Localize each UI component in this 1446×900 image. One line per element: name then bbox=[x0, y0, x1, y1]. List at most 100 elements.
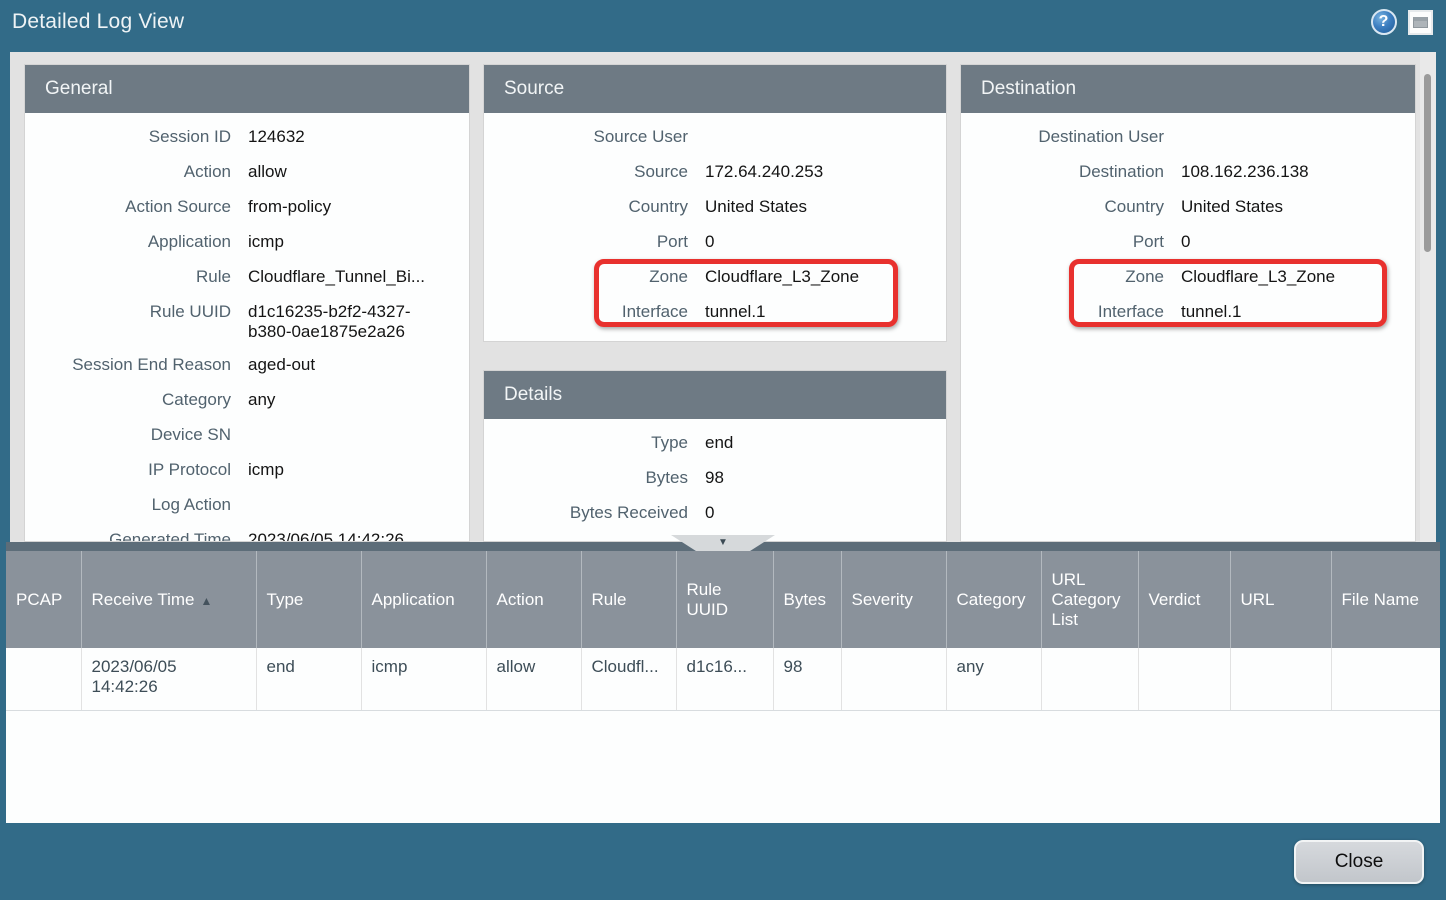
field-label: Destination bbox=[961, 162, 1164, 184]
field-label: Interface bbox=[961, 302, 1164, 324]
field-row-rule-uuid: Rule UUID d1c16235-b2f2-4327-b380-0ae187… bbox=[25, 302, 469, 342]
cell-rule-uuid[interactable]: d1c16... bbox=[676, 648, 773, 710]
cell-application[interactable]: icmp bbox=[361, 648, 486, 710]
column-header-verdict[interactable]: Verdict bbox=[1138, 551, 1230, 648]
column-header-rule-uuid[interactable]: Rule UUID bbox=[676, 551, 773, 648]
field-label: Type bbox=[484, 433, 688, 455]
field-label: Log Action bbox=[25, 495, 231, 517]
column-header-action[interactable]: Action bbox=[486, 551, 581, 648]
cell-url-category-list[interactable] bbox=[1041, 648, 1138, 710]
source-panel-header: Source bbox=[484, 65, 946, 113]
details-panel-body: Type end Bytes 98 Bytes Received 0 bbox=[484, 419, 946, 525]
field-label: Device SN bbox=[25, 425, 231, 447]
source-zone-interface-group: Zone Cloudflare_L3_Zone Interface tunnel… bbox=[484, 267, 946, 324]
cell-file-name[interactable] bbox=[1331, 648, 1440, 710]
column-header-receive-time[interactable]: Receive Time▲ bbox=[81, 551, 256, 648]
field-value bbox=[705, 127, 946, 149]
field-row-destination-interface: Interface tunnel.1 bbox=[961, 302, 1415, 324]
field-value: allow bbox=[248, 162, 469, 184]
details-panel-header: Details bbox=[484, 371, 946, 419]
field-value: 124632 bbox=[248, 127, 469, 149]
field-label: Source bbox=[484, 162, 688, 184]
field-label: Session ID bbox=[25, 127, 231, 149]
field-label: Generated Time bbox=[25, 530, 231, 542]
dialog-title: Detailed Log View bbox=[12, 10, 184, 34]
details-panel: Details Type end Bytes 98 Bytes Received… bbox=[483, 370, 947, 542]
field-value: tunnel.1 bbox=[705, 302, 946, 324]
field-row-rule: Rule Cloudflare_Tunnel_Bi... bbox=[25, 267, 469, 289]
cell-pcap[interactable] bbox=[6, 648, 81, 710]
field-value: end bbox=[705, 433, 946, 455]
field-label: Rule bbox=[25, 267, 231, 289]
dialog-footer: Close bbox=[0, 823, 1446, 900]
column-header-type[interactable]: Type bbox=[256, 551, 361, 648]
restore-window-button[interactable] bbox=[1407, 9, 1434, 36]
cell-severity[interactable] bbox=[841, 648, 946, 710]
table-header-row: PCAP Receive Time▲ Type Application Acti… bbox=[6, 551, 1440, 648]
field-row-bytes: Bytes 98 bbox=[484, 468, 946, 490]
general-panel: General Session ID 124632 Action allow A… bbox=[24, 64, 470, 542]
field-row-device-sn: Device SN bbox=[25, 425, 469, 447]
field-value: 0 bbox=[705, 232, 946, 254]
column-header-bytes[interactable]: Bytes bbox=[773, 551, 841, 648]
help-icon: ? bbox=[1371, 9, 1397, 35]
field-row-bytes-received: Bytes Received 0 bbox=[484, 503, 946, 525]
cell-rule[interactable]: Cloudfl... bbox=[581, 648, 676, 710]
cell-url[interactable] bbox=[1230, 648, 1331, 710]
destination-panel-header: Destination bbox=[961, 65, 1415, 113]
field-row-source-interface: Interface tunnel.1 bbox=[484, 302, 946, 324]
field-value: 2023/06/05 14:42:26 bbox=[248, 530, 469, 542]
column-header-rule[interactable]: Rule bbox=[581, 551, 676, 648]
field-row-category: Category any bbox=[25, 390, 469, 412]
pane-splitter[interactable]: ▼ bbox=[6, 542, 1440, 551]
field-value: United States bbox=[705, 197, 946, 219]
field-label: Zone bbox=[961, 267, 1164, 289]
field-value bbox=[248, 425, 469, 447]
field-value: aged-out bbox=[248, 355, 469, 377]
column-header-application[interactable]: Application bbox=[361, 551, 486, 648]
column-header-severity[interactable]: Severity bbox=[841, 551, 946, 648]
cell-category[interactable]: any bbox=[946, 648, 1041, 710]
cell-bytes[interactable]: 98 bbox=[773, 648, 841, 710]
column-header-pcap[interactable]: PCAP bbox=[6, 551, 81, 648]
field-value: icmp bbox=[248, 460, 469, 482]
general-panel-body: Session ID 124632 Action allow Action So… bbox=[25, 113, 469, 542]
detail-panels-area: General Session ID 124632 Action allow A… bbox=[10, 52, 1436, 542]
help-button[interactable]: ? bbox=[1370, 9, 1397, 36]
column-header-url-category-list[interactable]: URL Category List bbox=[1041, 551, 1138, 648]
vertical-scrollbar[interactable] bbox=[1420, 52, 1436, 542]
cell-verdict[interactable] bbox=[1138, 648, 1230, 710]
source-panel: Source Source User Source 172.64.240.253… bbox=[483, 64, 947, 342]
field-label: Bytes Received bbox=[484, 503, 688, 525]
log-table-area: PCAP Receive Time▲ Type Application Acti… bbox=[6, 551, 1440, 823]
cell-type[interactable]: end bbox=[256, 648, 361, 710]
field-label: Category bbox=[25, 390, 231, 412]
field-row-source-zone: Zone Cloudflare_L3_Zone bbox=[484, 267, 946, 289]
field-label: Application bbox=[25, 232, 231, 254]
column-header-category[interactable]: Category bbox=[946, 551, 1041, 648]
field-row-type: Type end bbox=[484, 433, 946, 455]
scrollbar-thumb[interactable] bbox=[1424, 74, 1431, 252]
splitter-collapse-handle[interactable]: ▼ bbox=[671, 535, 775, 551]
field-value: icmp bbox=[248, 232, 469, 254]
field-row-log-action: Log Action bbox=[25, 495, 469, 517]
cell-action[interactable]: allow bbox=[486, 648, 581, 710]
field-row-session-end-reason: Session End Reason aged-out bbox=[25, 355, 469, 377]
column-header-url[interactable]: URL bbox=[1230, 551, 1331, 648]
field-label: Session End Reason bbox=[25, 355, 231, 377]
destination-zone-interface-group: Zone Cloudflare_L3_Zone Interface tunnel… bbox=[961, 267, 1415, 324]
field-label: Country bbox=[961, 197, 1164, 219]
table-row[interactable]: 2023/06/05 14:42:26 end icmp allow Cloud… bbox=[6, 648, 1440, 710]
field-row-destination-port: Port 0 bbox=[961, 232, 1415, 254]
field-label: Destination User bbox=[961, 127, 1164, 149]
cell-receive-time[interactable]: 2023/06/05 14:42:26 bbox=[81, 648, 256, 710]
column-header-file-name[interactable]: File Name bbox=[1331, 551, 1440, 648]
field-label: Source User bbox=[484, 127, 688, 149]
field-row-action-source: Action Source from-policy bbox=[25, 197, 469, 219]
field-value: Cloudflare_Tunnel_Bi... bbox=[248, 267, 469, 289]
field-label: Action Source bbox=[25, 197, 231, 219]
field-row-ip-protocol: IP Protocol icmp bbox=[25, 460, 469, 482]
field-row-generated-time: Generated Time 2023/06/05 14:42:26 bbox=[25, 530, 469, 542]
field-value: 172.64.240.253 bbox=[705, 162, 946, 184]
close-button[interactable]: Close bbox=[1294, 840, 1424, 884]
